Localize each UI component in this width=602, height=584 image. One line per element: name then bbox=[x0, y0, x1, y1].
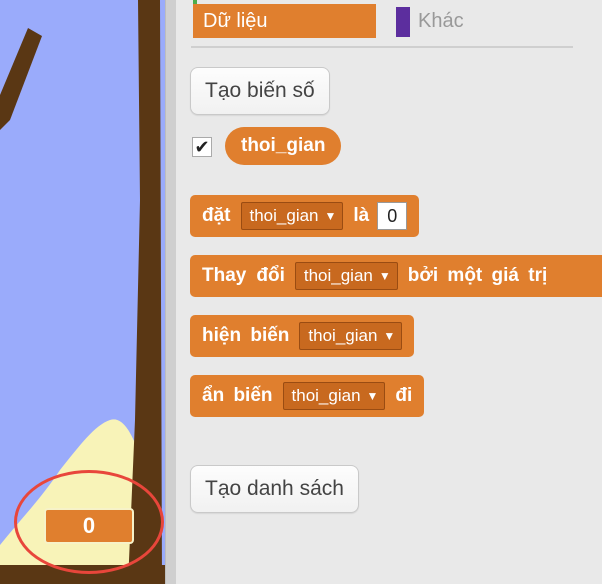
dropdown-arrow-icon: ▼ bbox=[383, 329, 396, 343]
hide-variable-block[interactable]: ẩn biến thoi_gian ▼ đi bbox=[190, 375, 425, 417]
dropdown-arrow-icon: ▼ bbox=[366, 389, 379, 403]
block-keyword: là bbox=[353, 205, 370, 226]
variable-dropdown[interactable]: thoi_gian ▼ bbox=[282, 382, 386, 410]
category-separator bbox=[191, 46, 573, 48]
show-variable-block[interactable]: hiện biến thoi_gian ▼ bbox=[190, 315, 415, 357]
stage-canvas[interactable]: 0 bbox=[0, 0, 165, 584]
highlight-circle bbox=[14, 470, 164, 574]
value-input[interactable]: 0 bbox=[377, 202, 408, 230]
dropdown-value: thoi_gian bbox=[308, 326, 378, 345]
block-keyword: đổi bbox=[256, 265, 285, 286]
block-keyword: bởi một giá trị bbox=[407, 265, 548, 286]
dropdown-arrow-icon: ▼ bbox=[378, 269, 391, 283]
make-variable-button[interactable]: Tạo biến số bbox=[190, 67, 330, 115]
variable-dropdown[interactable]: thoi_gian ▼ bbox=[240, 202, 344, 230]
category-data-label: Dữ liệu bbox=[203, 9, 268, 32]
block-keyword: đi bbox=[395, 385, 413, 406]
block-keyword: đặt bbox=[202, 205, 231, 226]
dropdown-arrow-icon: ▼ bbox=[324, 209, 337, 223]
category-other-label: Khác bbox=[418, 9, 464, 32]
block-keyword: Thay bbox=[202, 265, 247, 286]
category-other[interactable]: Khác bbox=[396, 4, 526, 38]
variable-reporter[interactable]: thoi_gian bbox=[225, 127, 342, 165]
dropdown-value: thoi_gian bbox=[249, 206, 319, 225]
make-list-button[interactable]: Tạo danh sách bbox=[190, 465, 359, 513]
variable-dropdown[interactable]: thoi_gian ▼ bbox=[294, 262, 398, 290]
variable-checkbox[interactable]: ✔ bbox=[192, 137, 212, 157]
block-keyword: hiện biến bbox=[202, 325, 290, 346]
dropdown-value: thoi_gian bbox=[291, 386, 361, 405]
change-variable-block[interactable]: Thay đổi thoi_gian ▼ bởi một giá trị bbox=[190, 255, 602, 297]
dropdown-value: thoi_gian bbox=[303, 266, 373, 285]
category-data[interactable]: Dữ liệu bbox=[193, 0, 376, 38]
block-palette: Dữ liệu Khác Tạo biến số ✔ thoi_gian đặt… bbox=[176, 0, 602, 584]
variable-dropdown[interactable]: thoi_gian ▼ bbox=[299, 322, 403, 350]
panel-divider[interactable] bbox=[165, 0, 176, 584]
set-variable-block[interactable]: đặt thoi_gian ▼ là 0 bbox=[190, 195, 420, 237]
block-keyword: ẩn biến bbox=[202, 385, 273, 406]
category-color-bar bbox=[396, 7, 410, 37]
category-color-bar bbox=[193, 0, 197, 4]
